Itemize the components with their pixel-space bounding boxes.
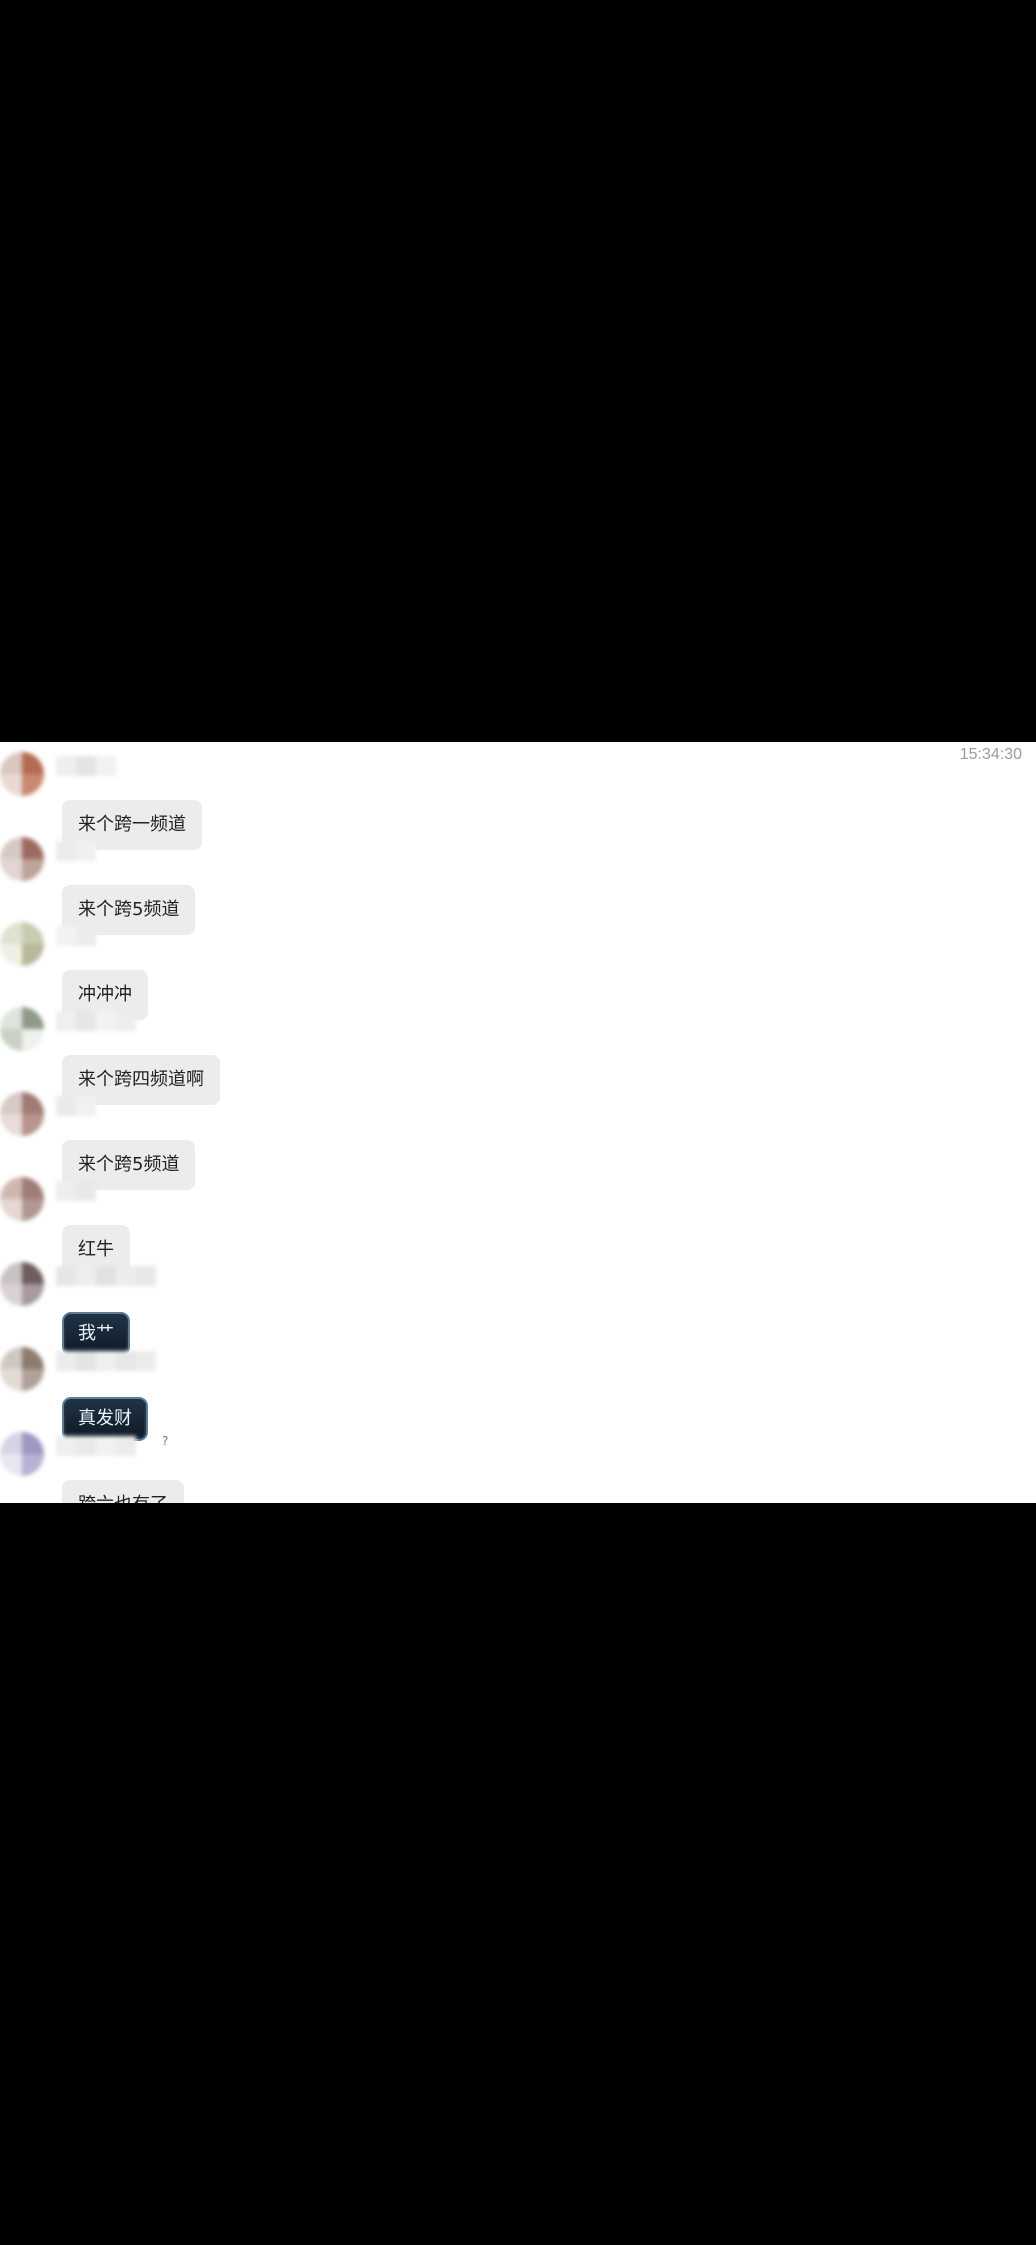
letterbox-top [0, 0, 1036, 742]
sender-name-blurred [56, 1181, 96, 1201]
sender-name-blurred [56, 756, 116, 776]
avatar[interactable] [0, 837, 44, 881]
sender-name-blurred [56, 1351, 156, 1371]
list-item: 红牛 [0, 1177, 400, 1275]
avatar[interactable] [0, 752, 44, 796]
avatar[interactable] [0, 1177, 44, 1221]
list-item: 来个跨5频道 [0, 837, 400, 935]
avatar[interactable] [0, 1007, 44, 1051]
list-item: 我艹 [0, 1262, 400, 1356]
list-item: 来个跨5频道 [0, 1092, 400, 1190]
list-item: ? 跨六也有了 [0, 1432, 400, 1503]
chat-message-list[interactable]: 15:34:30 来个跨一频道 来个跨5频道 冲冲冲 来个跨四频道啊 来个跨5频… [0, 742, 1036, 1503]
sender-name-blurred [56, 1266, 156, 1286]
sender-name-blurred [56, 841, 96, 861]
list-item: 真发财 [0, 1347, 400, 1441]
list-item: 来个跨四频道啊 [0, 1007, 400, 1105]
list-item: 冲冲冲 [0, 922, 400, 1020]
letterbox-bottom [0, 1503, 1036, 2245]
sender-name-blurred [56, 1011, 136, 1031]
avatar[interactable] [0, 1262, 44, 1306]
avatar[interactable] [0, 1092, 44, 1136]
avatar[interactable] [0, 1347, 44, 1391]
sender-name-suffix: ? [162, 1434, 169, 1448]
avatar[interactable] [0, 1432, 44, 1476]
sender-name-blurred [56, 1436, 136, 1456]
avatar[interactable] [0, 922, 44, 966]
message-timestamp: 15:34:30 [959, 746, 1022, 763]
message-bubble[interactable]: 跨六也有了 [62, 1480, 184, 1503]
list-item: 来个跨一频道 [0, 752, 400, 850]
sender-name-blurred [56, 1096, 96, 1116]
sender-name-blurred [56, 926, 96, 946]
